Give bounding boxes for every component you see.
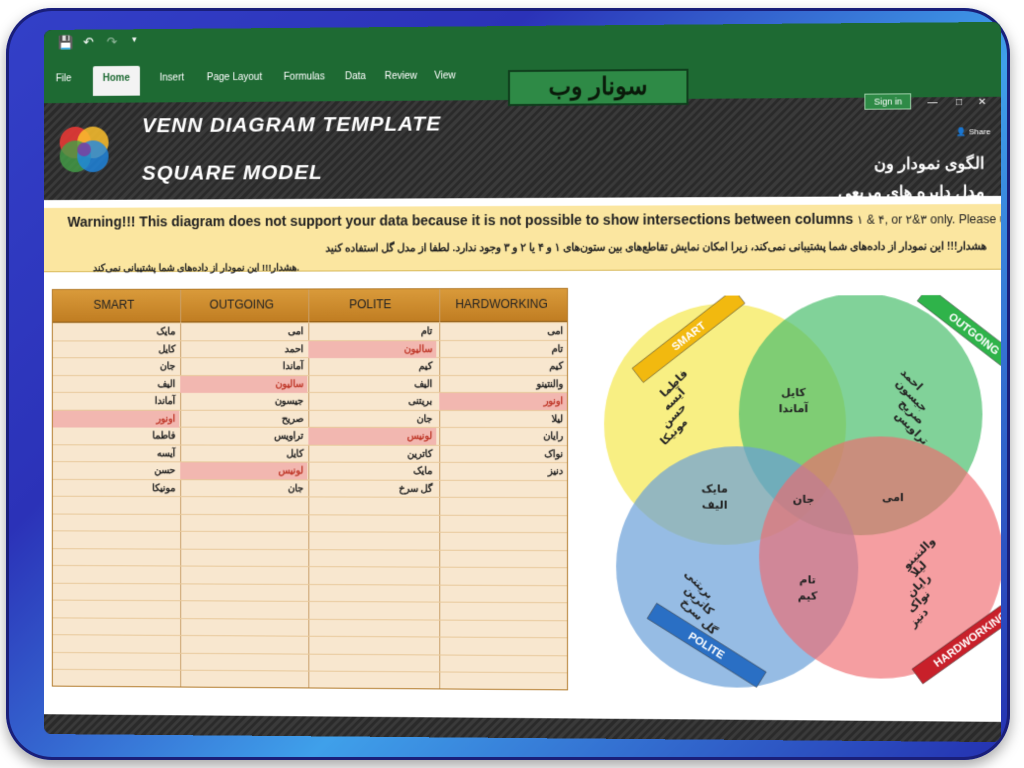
excel-window: 💾 ↶ ↷ ▾ File Home Insert Page Layout For… bbox=[44, 21, 1001, 743]
table-cell-outgoing[interactable]: احمد bbox=[180, 341, 307, 358]
table-cell-outgoing[interactable]: آماندا bbox=[180, 358, 307, 375]
tab-page-layout[interactable]: Page Layout bbox=[207, 72, 262, 83]
table-cell-hardworking[interactable]: دنیز bbox=[439, 463, 567, 480]
tab-home[interactable]: Home bbox=[92, 65, 140, 96]
close-icon[interactable]: ✕ bbox=[978, 97, 987, 108]
table-cell-polite[interactable]: الیف bbox=[308, 376, 436, 393]
venn-name: جان bbox=[793, 493, 815, 506]
venn-diagram: SMART OUTGOINGPOLITE HARDWORKINGفاطماآیسهح… bbox=[604, 294, 1001, 689]
table-cell-hardworking[interactable]: رایان bbox=[439, 428, 567, 445]
warning-persian: هشدار!!! این نمودار از داده‌های شما پشتی… bbox=[325, 240, 987, 255]
save-icon[interactable]: 💾 bbox=[58, 35, 74, 51]
tab-review[interactable]: Review bbox=[385, 71, 418, 82]
table-cell-outgoing[interactable]: سالیون bbox=[180, 375, 308, 393]
share-label: Share bbox=[968, 127, 991, 137]
tab-data[interactable]: Data bbox=[345, 71, 366, 82]
table-cell-smart[interactable]: کایل bbox=[53, 341, 179, 358]
table-cell-smart[interactable]: فاطما bbox=[53, 427, 179, 444]
table-cell-smart[interactable]: الیف bbox=[53, 376, 179, 393]
customize-toolbar-icon[interactable]: ▾ bbox=[132, 34, 136, 45]
table-cell-polite[interactable]: مایک bbox=[308, 463, 436, 480]
table-cell-outgoing[interactable]: لونیس bbox=[180, 462, 308, 480]
tab-view[interactable]: View bbox=[434, 70, 455, 81]
table-cell-hardworking[interactable]: والنتینو bbox=[439, 375, 567, 392]
table-cell-polite[interactable]: کاترین bbox=[308, 445, 436, 462]
table-cell-polite[interactable]: جان bbox=[308, 410, 436, 427]
column-header-outgoing[interactable]: OUTGOING bbox=[180, 297, 303, 311]
venn-name: الیف bbox=[702, 498, 728, 511]
page-subtitle: SQUARE MODEL bbox=[141, 161, 323, 185]
table-cell-smart[interactable]: آیسه bbox=[53, 445, 179, 462]
data-table: SMART OUTGOING POLITE HARDWORKING مایک کا… bbox=[51, 287, 568, 691]
table-cell-smart[interactable]: حسن bbox=[53, 462, 179, 479]
page-title: VENN DIAGRAM TEMPLATE bbox=[141, 112, 442, 138]
sign-in-button[interactable]: Sign in bbox=[864, 93, 912, 110]
table-cell-polite[interactable]: گل سرخ bbox=[308, 480, 436, 497]
row-divider bbox=[52, 530, 567, 534]
table-cell-polite[interactable]: بریتنی bbox=[308, 393, 436, 410]
column-header-smart[interactable]: SMART bbox=[53, 298, 175, 312]
table-cell-polite[interactable]: سالیون bbox=[308, 340, 437, 358]
table-cell-hardworking[interactable]: امی bbox=[439, 323, 567, 340]
table-cell-polite[interactable]: کیم bbox=[308, 358, 436, 375]
venn-name: امی bbox=[882, 491, 904, 504]
table-cell-outgoing[interactable]: امی bbox=[180, 323, 307, 340]
tab-file[interactable]: File bbox=[56, 73, 72, 84]
row-divider bbox=[52, 564, 567, 569]
table-cell-hardworking[interactable]: نواک bbox=[439, 445, 567, 462]
undo-icon[interactable]: ↶ bbox=[83, 35, 94, 51]
table-cell-smart[interactable]: مونیکا bbox=[53, 479, 179, 496]
row-divider bbox=[52, 582, 567, 586]
warning-english-main: Warning!!! This diagram does not support… bbox=[67, 210, 854, 230]
venn-name: آماندا bbox=[779, 401, 809, 415]
table-cell-hardworking[interactable]: لیلا bbox=[439, 410, 567, 427]
redo-icon[interactable]: ↷ bbox=[107, 34, 118, 50]
share-button[interactable]: 👤 Share bbox=[956, 127, 990, 136]
table-cell-outgoing[interactable]: کایل bbox=[180, 445, 307, 462]
row-divider bbox=[52, 547, 567, 551]
table-cell-hardworking[interactable]: تام bbox=[439, 340, 567, 357]
table-cell-smart[interactable]: مایک bbox=[53, 323, 179, 340]
venn-name: کیم bbox=[798, 589, 818, 602]
warning-english: Warning!!! This diagram does not support… bbox=[67, 210, 1000, 230]
row-divider bbox=[52, 616, 567, 621]
column-header-hardworking[interactable]: HARDWORKING bbox=[439, 297, 564, 311]
table-cell-smart[interactable]: آماندا bbox=[53, 393, 179, 410]
venn-logo-icon bbox=[59, 126, 109, 173]
table-cell-outgoing[interactable]: صریح bbox=[180, 410, 307, 427]
warning-persian-short: .هشدار!!! این نمودار از داده‌های شما پشت… bbox=[92, 262, 300, 275]
row-divider bbox=[52, 599, 567, 604]
minimize-icon[interactable]: — bbox=[927, 97, 937, 108]
row-divider bbox=[52, 668, 567, 674]
venn-name: مایک bbox=[701, 482, 728, 495]
table-cell-polite[interactable]: تام bbox=[308, 323, 436, 340]
persian-title: الگوی نمودار ون bbox=[873, 155, 985, 174]
warning-english-tail: ۱ & ۴, or ۲&۳ only. Please use the Flowe… bbox=[856, 212, 1001, 227]
row-divider bbox=[52, 651, 567, 656]
table-header-row: SMART OUTGOING POLITE HARDWORKING bbox=[52, 288, 567, 323]
table-cell-polite[interactable]: لونیس bbox=[308, 427, 437, 445]
table-cell-outgoing[interactable]: جیسون bbox=[180, 393, 307, 410]
table-cell-outgoing[interactable]: تراویس bbox=[180, 428, 307, 445]
table-cell-outgoing[interactable]: جان bbox=[180, 480, 307, 497]
table-cell-smart[interactable]: جان bbox=[53, 358, 179, 375]
venn-name: تام bbox=[799, 573, 816, 586]
row-divider bbox=[52, 634, 567, 639]
tab-insert[interactable]: Insert bbox=[160, 72, 185, 83]
tab-formulas[interactable]: Formulas bbox=[284, 71, 325, 82]
brand-watermark: سونار وب bbox=[508, 68, 689, 107]
column-header-polite[interactable]: POLITE bbox=[308, 297, 432, 311]
maximize-icon[interactable]: □ bbox=[956, 97, 962, 108]
venn-name: کایل bbox=[781, 386, 806, 399]
table-cell-hardworking[interactable]: اونور bbox=[439, 392, 567, 411]
table-cell-smart[interactable]: اونور bbox=[52, 410, 180, 428]
table-cell-hardworking[interactable]: کیم bbox=[439, 358, 567, 375]
row-divider bbox=[52, 513, 567, 516]
